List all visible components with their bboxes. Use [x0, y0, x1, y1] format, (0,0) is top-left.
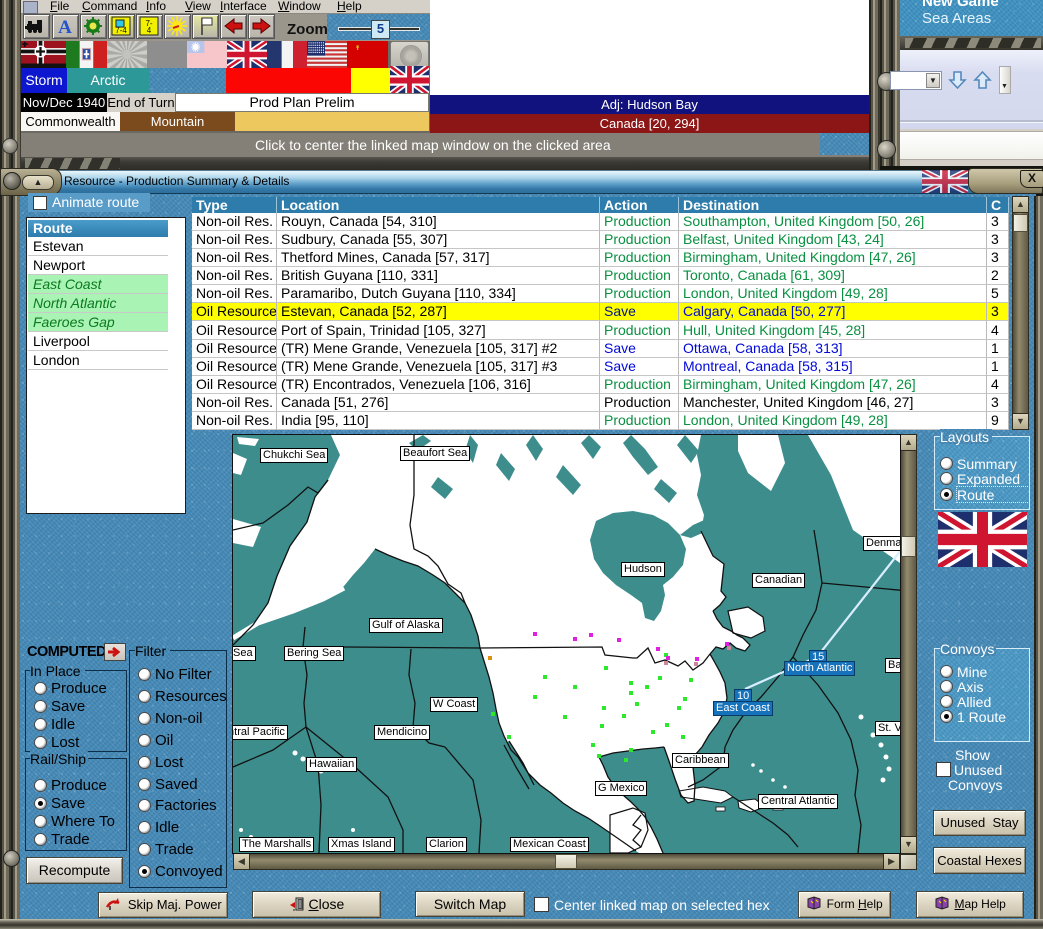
- svg-text:4: 4: [147, 26, 152, 35]
- svg-text:7-4: 7-4: [115, 26, 127, 35]
- svg-text:A: A: [58, 17, 72, 38]
